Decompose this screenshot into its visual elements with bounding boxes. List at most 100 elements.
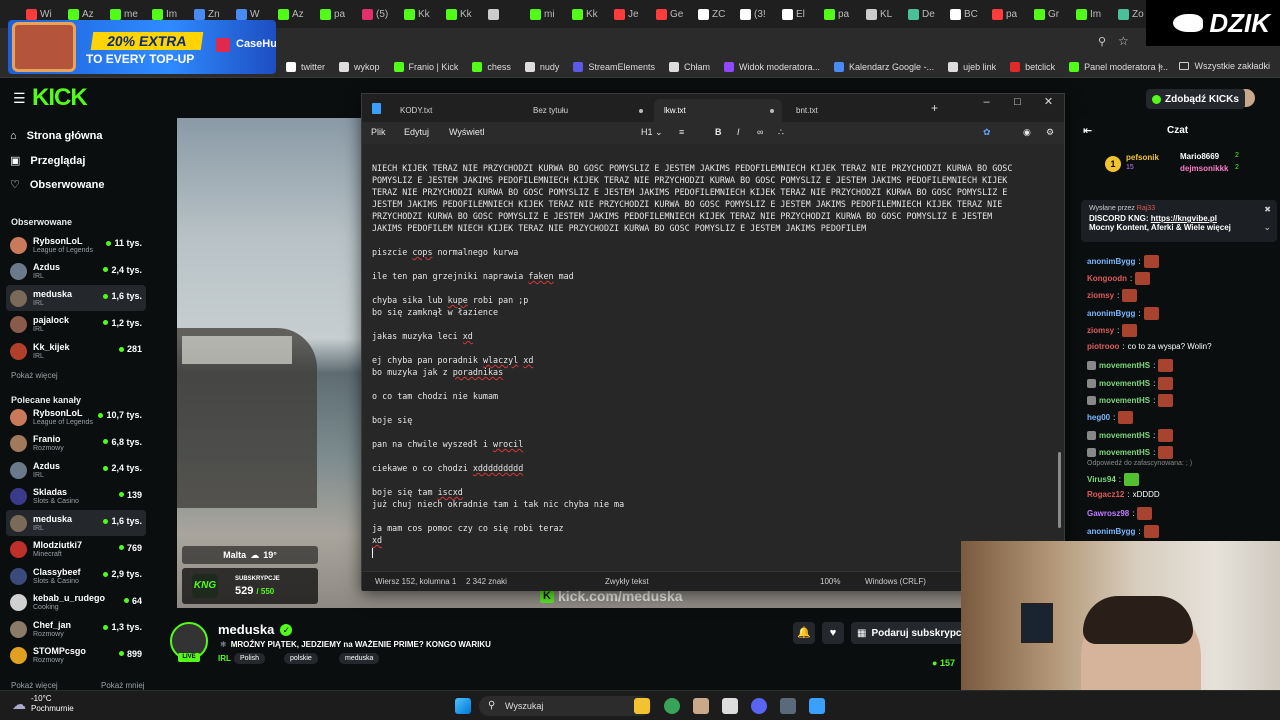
chat-username[interactable]: movementHS	[1099, 431, 1150, 440]
browser-tab[interactable]: ZC	[698, 3, 738, 25]
chat-username[interactable]: Kongoodn	[1087, 274, 1127, 283]
follow-heart-icon[interactable]: ♥	[822, 622, 844, 644]
get-kicks-button[interactable]: Zdobądź KICKs	[1146, 89, 1245, 109]
bookmark[interactable]: twitter	[286, 61, 325, 72]
link-icon[interactable]: ∞	[757, 127, 763, 137]
browser-tab[interactable]: Kk	[446, 3, 486, 25]
browser-tab[interactable]: Gr	[1034, 3, 1074, 25]
browser-tab[interactable]: pa	[992, 3, 1032, 25]
unpin-icon[interactable]: ✖	[1264, 205, 1271, 214]
file-explorer-icon[interactable]	[634, 698, 650, 714]
browser-tab[interactable]: pa	[824, 3, 864, 25]
stream-category[interactable]: IRL	[218, 654, 231, 663]
browser-tab[interactable]: mi	[530, 3, 570, 25]
bookmark[interactable]: StreamElements	[573, 61, 655, 72]
nav-browse[interactable]: ▣ Przeglądaj	[10, 154, 85, 168]
browser-tab[interactable]: De	[908, 3, 948, 25]
notepad-tab[interactable]: Bez tytułu	[523, 99, 651, 122]
chat-message[interactable]: heg00:	[1087, 411, 1134, 424]
channel-item[interactable]: RybsonLoL League of Legends 11 tys.	[6, 232, 146, 258]
maximize-icon[interactable]: □	[1002, 94, 1033, 122]
top-gifter-name[interactable]: Mario8669	[1180, 152, 1219, 161]
clear-format-icon[interactable]: ∴	[778, 127, 784, 138]
browser-tab[interactable]: Im	[1076, 3, 1116, 25]
chat-message[interactable]: Virus94:	[1087, 473, 1139, 486]
all-bookmarks[interactable]: Wszystkie zakładki	[1179, 61, 1270, 71]
italic-icon[interactable]: I	[737, 127, 740, 137]
browser-tab[interactable]: Ge	[656, 3, 696, 25]
pinned-link[interactable]: https://kngvibe.pl	[1151, 214, 1217, 223]
chat-message[interactable]: anonimBygg:	[1087, 525, 1159, 538]
streamer-name[interactable]: meduska	[218, 622, 274, 637]
menu-file[interactable]: Plik	[371, 127, 386, 137]
chat-message[interactable]: anonimBygg:	[1087, 307, 1159, 320]
bookmark[interactable]: nudy	[524, 61, 559, 72]
kick-logo[interactable]: KICK	[32, 84, 88, 112]
browser-tab[interactable]: KL	[866, 3, 906, 25]
top-gifter-name[interactable]: dejmsonikkk	[1180, 164, 1228, 173]
new-tab-plus-icon[interactable]: +	[931, 101, 938, 115]
bookmark[interactable]: ujeb link	[948, 61, 996, 72]
chat-username[interactable]: Virus94	[1087, 475, 1116, 484]
notepad-tab[interactable]: KODY.txt	[390, 99, 518, 122]
browser-tab[interactable]: Az	[278, 3, 318, 25]
nav-following[interactable]: ♡ Obserwowane	[10, 178, 104, 192]
chat-message[interactable]: piotrooo: co to za wyspa? Wolin?	[1087, 342, 1212, 351]
browser-tab[interactable]: Je	[614, 3, 654, 25]
list-icon[interactable]: ≡	[679, 127, 684, 137]
chat-message[interactable]: Gawrosz98:	[1087, 507, 1153, 520]
bookmark[interactable]: chess	[472, 61, 511, 72]
stream-tag[interactable]: polskie	[284, 653, 318, 664]
notepad-tab[interactable]: lkw.txt	[654, 99, 782, 122]
account-icon[interactable]: ◉	[1023, 127, 1031, 138]
channel-item[interactable]: pajalock IRL 1,2 tys.	[6, 312, 146, 338]
chat-message[interactable]: Kongoodn:	[1087, 272, 1151, 285]
bookmark[interactable]: Widok moderatora...	[723, 61, 820, 72]
minimize-icon[interactable]: –	[971, 94, 1002, 122]
channel-item[interactable]: meduska IRL 1,6 tys.	[6, 510, 146, 536]
app-icon[interactable]	[693, 698, 709, 714]
taskbar-search[interactable]: ⚲ Wyszukaj	[479, 696, 651, 716]
top-gifter-name[interactable]: pefsonik	[1126, 153, 1159, 162]
chrome-icon[interactable]	[664, 698, 680, 714]
casehug-ad[interactable]: 20% EXTRA TO EVERY TOP-UP CaseHug	[8, 20, 276, 74]
chat-username[interactable]: heg00	[1087, 413, 1110, 422]
menu-icon[interactable]: ☰	[13, 90, 26, 107]
chat-message[interactable]: movementHS:	[1087, 359, 1174, 372]
bookmark[interactable]: Kalendarz Google -...	[834, 61, 934, 72]
chat-message[interactable]: movementHS:	[1087, 394, 1174, 407]
browser-tab[interactable]: pa	[320, 3, 360, 25]
heading-dropdown[interactable]: H1 ⌄	[641, 127, 663, 138]
search-icon[interactable]: ⚲	[1098, 35, 1106, 48]
notepad-text-area[interactable]: NIECH KIJEK TERAZ NIE PRZYCHODZI KURWA B…	[362, 144, 1064, 571]
channel-item[interactable]: Azdus IRL 2,4 tys.	[6, 259, 146, 285]
chat-username[interactable]: movementHS	[1099, 396, 1150, 405]
chat-message[interactable]: movementHS:	[1087, 429, 1174, 442]
bookmark-star-icon[interactable]: ☆	[1118, 34, 1129, 48]
pinned-message[interactable]: Wysłane przez Raj33 DISCORD KNG: https:/…	[1081, 200, 1277, 242]
gift-sub-button[interactable]: ▦ Podaruj subskrypcję	[851, 622, 976, 644]
chat-username[interactable]: movementHS	[1099, 361, 1150, 370]
chat-username[interactable]: Gawrosz98	[1087, 509, 1129, 518]
chat-message[interactable]: ziomsy:	[1087, 289, 1138, 302]
notepad-scrollbar[interactable]	[1058, 452, 1061, 528]
chat-message[interactable]: ziomsy:	[1087, 324, 1138, 337]
chat-message[interactable]: anonimBygg:	[1087, 255, 1159, 268]
notifications-bell-icon[interactable]: 🔔	[793, 622, 815, 644]
chevron-down-icon[interactable]: ⌄	[1263, 222, 1271, 233]
chat-username[interactable]: Rogacz12	[1087, 490, 1124, 499]
close-icon[interactable]: ✕	[1033, 94, 1064, 122]
show-less-recommended[interactable]: Pokaż mniej	[101, 681, 145, 690]
chat-message[interactable]: movementHS:	[1087, 377, 1174, 390]
channel-item[interactable]: Skladas Slots & Casino 139	[6, 484, 146, 510]
menu-edit[interactable]: Edytuj	[404, 127, 429, 137]
chat-username[interactable]: anonimBygg	[1087, 257, 1135, 266]
browser-tab[interactable]: Kk	[404, 3, 444, 25]
channel-item[interactable]: Chef_jan Rozmowy 1,3 tys.	[6, 616, 146, 642]
settings-gear-icon[interactable]	[780, 698, 796, 714]
notepad-window[interactable]: + – □ ✕ KODY.txt Bez tytułu lkw.txt bnt.txt…	[361, 93, 1065, 591]
bookmark[interactable]: Chłam	[668, 61, 710, 72]
channel-item[interactable]: Franio Rozmowy 6,8 tys.	[6, 431, 146, 457]
bookmark[interactable]: Panel moderatora |...	[1069, 61, 1168, 72]
browser-tab[interactable]: Kk	[572, 3, 612, 25]
